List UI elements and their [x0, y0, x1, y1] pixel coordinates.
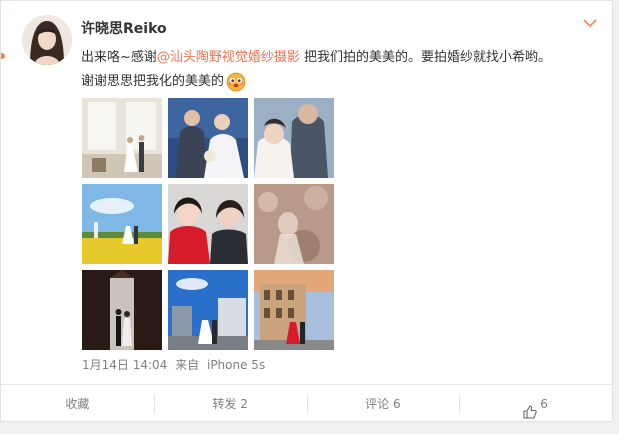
like-count: 6	[540, 397, 548, 411]
repost-button[interactable]: 转发 2	[153, 385, 307, 423]
photo-2[interactable]	[168, 98, 248, 178]
repost-label: 转发 2	[212, 397, 248, 411]
photo-3[interactable]	[254, 98, 334, 178]
post-source: iPhone 5s	[206, 358, 266, 372]
photo-4[interactable]	[82, 184, 162, 264]
cute-face-emoji	[226, 72, 246, 92]
username[interactable]: 许晓思Reiko	[81, 18, 167, 38]
thumbs-up-icon	[523, 396, 538, 419]
photo-7[interactable]	[82, 270, 162, 350]
post-text-line2: 谢谢思思把我化的美美的	[81, 74, 225, 89]
post-meta: 1月14日 14:04 来自 iPhone 5s	[82, 356, 269, 373]
favorite-button[interactable]: 收藏	[1, 385, 154, 423]
post-time[interactable]: 1月14日 14:04	[82, 358, 167, 372]
weibo-post-card: 许晓思Reiko 出来咯~感谢@汕头陶野视觉婚纱摄影 把我们拍的美美的。要拍婚纱…	[0, 0, 613, 422]
post-text: 出来咯~感谢	[81, 50, 157, 65]
source-prefix: 来自	[175, 358, 200, 372]
comment-label: 评论 6	[365, 397, 401, 411]
avatar[interactable]	[22, 15, 72, 65]
post-text: 把我们拍的美美的。要拍婚纱就找小希哟。	[299, 50, 552, 65]
unread-marker	[1, 53, 5, 59]
photo-8[interactable]	[168, 270, 248, 350]
favorite-label: 收藏	[65, 397, 90, 411]
post-content: 出来咯~感谢@汕头陶野视觉婚纱摄影 把我们拍的美美的。要拍婚纱就找小希哟。 谢谢…	[81, 46, 601, 94]
chevron-down-icon[interactable]	[583, 17, 597, 28]
photo-5[interactable]	[168, 184, 248, 264]
comment-button[interactable]: 评论 6	[306, 385, 460, 423]
photo-1[interactable]	[82, 98, 162, 178]
photo-9[interactable]	[254, 270, 334, 350]
mention-link[interactable]: @汕头陶野视觉婚纱摄影	[157, 50, 300, 65]
like-button[interactable]: 6	[459, 385, 612, 423]
action-bar: 收藏 转发 2 评论 6 6	[1, 384, 612, 423]
photo-6[interactable]	[254, 184, 334, 264]
